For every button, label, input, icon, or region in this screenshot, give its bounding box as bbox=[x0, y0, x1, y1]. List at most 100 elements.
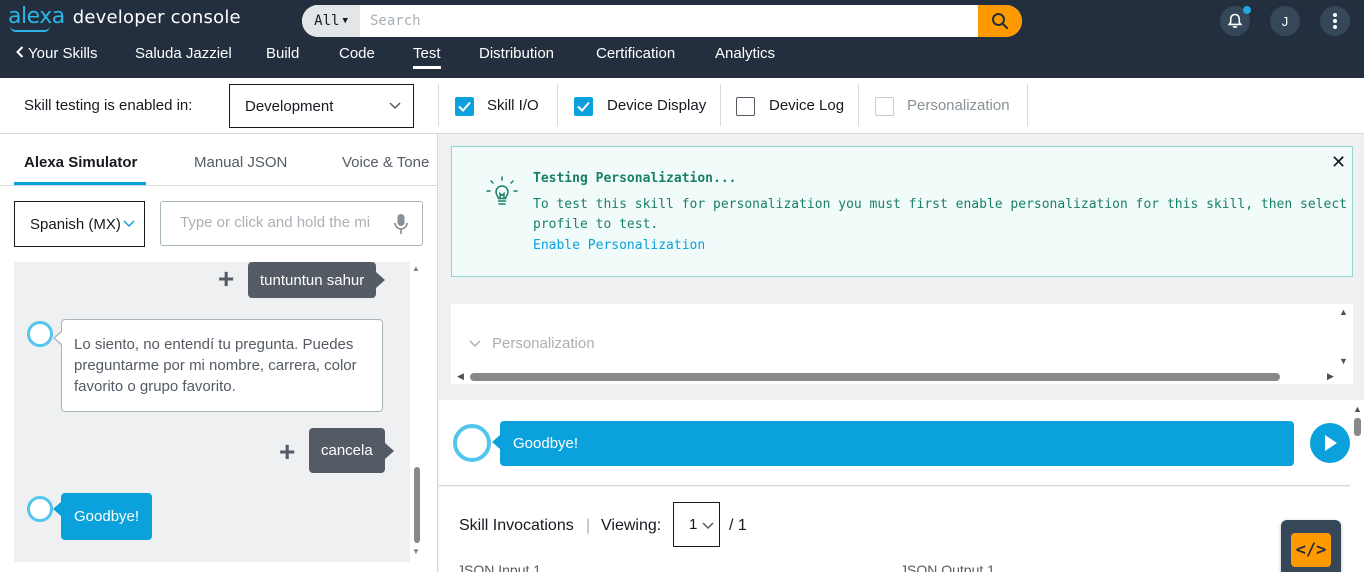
scroll-left-icon[interactable]: ◀ bbox=[457, 371, 464, 382]
play-button[interactable] bbox=[1310, 423, 1350, 463]
alexa-message: Goodbye! bbox=[52, 493, 153, 540]
alexa-ring-icon bbox=[453, 424, 491, 462]
notifications-button[interactable] bbox=[1220, 6, 1251, 36]
right-panel-scrollbar[interactable]: ▲ bbox=[1350, 400, 1364, 572]
device-log-label[interactable]: Device Log bbox=[769, 97, 844, 114]
stage-select-value: Development bbox=[245, 97, 334, 115]
chevron-down-icon bbox=[123, 220, 135, 228]
scroll-up-icon[interactable]: ▲ bbox=[1339, 307, 1348, 317]
scroll-down-icon[interactable]: ▼ bbox=[412, 547, 420, 556]
nav-test[interactable]: Test bbox=[413, 45, 441, 69]
mic-icon[interactable] bbox=[394, 213, 408, 235]
alexa-response-card: Goodbye! bbox=[492, 421, 1294, 466]
code-icon: </> bbox=[1291, 533, 1331, 567]
nav-your-skills[interactable]: Your Skills bbox=[16, 45, 97, 62]
horizontal-scrollbar[interactable]: ◀ ▶ bbox=[457, 371, 1334, 381]
tab-voice-tone[interactable]: Voice & Tone bbox=[342, 154, 429, 171]
utterance-box bbox=[160, 201, 423, 246]
tab-alexa-simulator[interactable]: Alexa Simulator bbox=[24, 154, 137, 171]
scroll-down-icon[interactable]: ▼ bbox=[1339, 356, 1348, 366]
skill-io-label[interactable]: Skill I/O bbox=[487, 97, 539, 114]
top-bar: alexa developer console All ▼ J Your Ski… bbox=[0, 0, 1364, 78]
logo-smile-icon bbox=[10, 26, 50, 32]
tab-manual-json[interactable]: Manual JSON bbox=[194, 154, 287, 171]
caret-down-icon: ▼ bbox=[342, 16, 348, 26]
alexa-ring-icon bbox=[27, 496, 53, 522]
alexa-ring-icon bbox=[27, 321, 53, 347]
nav-your-skills-label: Your Skills bbox=[28, 45, 98, 62]
scroll-up-icon[interactable]: ▲ bbox=[412, 264, 420, 273]
plus-icon[interactable]: + bbox=[218, 265, 234, 293]
chevron-down-icon[interactable] bbox=[469, 338, 481, 348]
nav-code[interactable]: Code bbox=[339, 45, 375, 62]
close-icon[interactable]: ✕ bbox=[1331, 152, 1346, 173]
personalization-checkbox bbox=[875, 97, 894, 116]
scroll-up-icon[interactable]: ▲ bbox=[1353, 404, 1362, 414]
alexa-message: Lo siento, no entendí tu pregunta. Puede… bbox=[53, 319, 383, 412]
chevron-down-icon bbox=[389, 102, 401, 110]
personalization-section: Personalization ▲ ▼ ◀ ▶ bbox=[451, 304, 1353, 384]
bell-icon bbox=[1227, 13, 1243, 28]
user-message: cancela bbox=[309, 428, 394, 473]
banner-title: Testing Personalization... bbox=[533, 171, 737, 186]
avatar-initial: J bbox=[1281, 13, 1289, 29]
conversation-area: + tuntuntun sahur Lo siento, no entendí … bbox=[14, 262, 424, 562]
device-display-checkbox[interactable] bbox=[574, 97, 593, 116]
skill-invocations: Skill Invocations | Viewing: 1 / 1 JSON … bbox=[439, 487, 1350, 572]
plus-icon[interactable]: + bbox=[279, 438, 295, 466]
locale-select[interactable]: Spanish (MX) bbox=[14, 201, 145, 247]
conversation-scrollbar[interactable]: ▲ ▼ bbox=[410, 262, 424, 562]
stage-select[interactable]: Development bbox=[229, 84, 414, 128]
nav-distribution[interactable]: Distribution bbox=[479, 45, 554, 62]
active-tab-indicator bbox=[14, 182, 146, 185]
json-input-label: JSON Input 1 bbox=[457, 562, 542, 572]
scroll-right-icon[interactable]: ▶ bbox=[1327, 371, 1334, 382]
message-text: cancela bbox=[321, 442, 373, 459]
lightbulb-icon bbox=[486, 176, 518, 205]
search-button[interactable] bbox=[978, 5, 1022, 37]
personalization-section-label[interactable]: Personalization bbox=[492, 335, 595, 352]
invocations-title: Skill Invocations bbox=[459, 517, 574, 534]
simulator-panel: Alexa Simulator Manual JSON Voice & Tone… bbox=[0, 134, 438, 572]
enable-personalization-link[interactable]: Enable Personalization bbox=[533, 238, 705, 253]
banner-body: To test this skill for personalization y… bbox=[533, 197, 1353, 232]
scrollbar-thumb[interactable] bbox=[1354, 418, 1361, 436]
code-view-button[interactable]: </> bbox=[1281, 520, 1341, 572]
kebab-menu-icon bbox=[1333, 13, 1337, 29]
device-log-checkbox[interactable] bbox=[736, 97, 755, 116]
nav-skill-name[interactable]: Saluda Jazziel bbox=[135, 45, 232, 62]
nav-certification[interactable]: Certification bbox=[596, 45, 675, 62]
device-display-panel: Goodbye! bbox=[439, 400, 1364, 486]
divider bbox=[858, 84, 859, 126]
message-text: tuntuntun sahur bbox=[260, 271, 365, 289]
json-output-label: JSON Output 1 bbox=[900, 562, 995, 572]
utterance-input[interactable] bbox=[180, 214, 370, 231]
logo-console-text: developer console bbox=[72, 7, 241, 28]
divider bbox=[1027, 84, 1028, 126]
checkmark-icon bbox=[577, 101, 590, 112]
viewing-label: Viewing: bbox=[601, 517, 662, 534]
personalization-label: Personalization bbox=[907, 97, 1010, 114]
search-scope-dropdown[interactable]: All ▼ bbox=[302, 5, 360, 37]
scrollbar-thumb[interactable] bbox=[414, 467, 420, 543]
more-menu-button[interactable] bbox=[1320, 6, 1350, 36]
message-text: Goodbye! bbox=[74, 508, 140, 525]
skill-io-checkbox[interactable] bbox=[455, 97, 474, 116]
invocation-total: / 1 bbox=[729, 517, 747, 534]
scrollbar-thumb[interactable] bbox=[470, 373, 1280, 381]
device-display-label[interactable]: Device Display bbox=[607, 97, 706, 114]
invocation-select[interactable]: 1 bbox=[673, 502, 720, 547]
message-text: Lo siento, no entendí tu pregunta. Puede… bbox=[74, 336, 357, 395]
checkmark-icon bbox=[458, 101, 471, 112]
nav-build[interactable]: Build bbox=[266, 45, 299, 62]
play-icon bbox=[1325, 435, 1337, 451]
search-bar: All ▼ bbox=[302, 5, 1022, 37]
nav-analytics[interactable]: Analytics bbox=[715, 45, 775, 62]
avatar[interactable]: J bbox=[1270, 6, 1300, 36]
divider bbox=[557, 84, 558, 126]
search-input[interactable] bbox=[360, 5, 978, 37]
user-message: tuntuntun sahur bbox=[248, 262, 386, 298]
personalization-banner: Testing Personalization... To test this … bbox=[451, 146, 1353, 277]
search-icon bbox=[992, 13, 1008, 29]
invocations-separator: | bbox=[586, 517, 591, 534]
